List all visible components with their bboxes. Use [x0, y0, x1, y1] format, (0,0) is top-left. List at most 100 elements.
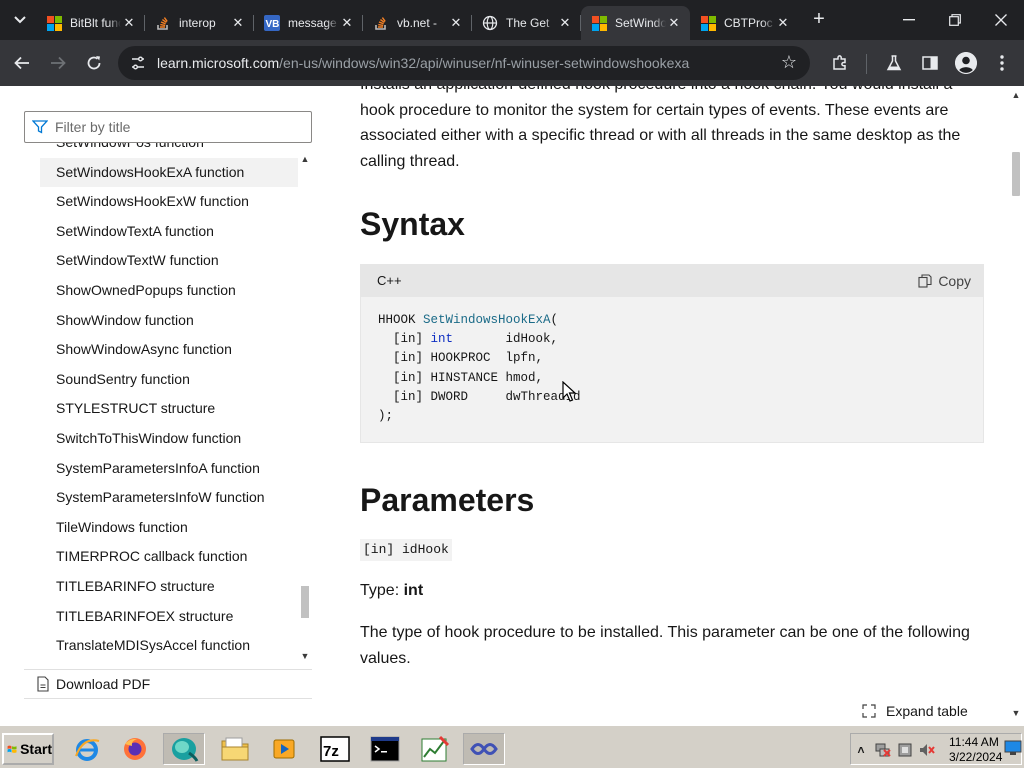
toc-item[interactable]: SystemParametersInfoW function — [40, 483, 298, 513]
tab-close-icon[interactable]: ✕ — [775, 15, 791, 31]
tab-close-icon[interactable]: ✕ — [448, 15, 464, 31]
browser-tab[interactable]: The Get ✕ — [472, 6, 581, 40]
firefox-icon[interactable] — [114, 733, 156, 765]
toc-item[interactable]: TranslateMDISysAccel function — [40, 631, 298, 661]
filter-by-title-input[interactable] — [55, 119, 295, 135]
browser-tab[interactable]: VB message ✕ — [254, 6, 363, 40]
browser-tab[interactable]: CBTProc ✕ — [690, 6, 799, 40]
toc-item[interactable]: TITLEBARINFO structure — [40, 572, 298, 602]
filter-funnel-icon — [25, 112, 55, 142]
microsoft-logo-icon — [591, 15, 607, 31]
toc-item[interactable]: ShowOwnedPopups function — [40, 276, 298, 306]
tray-volume-icon[interactable] — [919, 742, 935, 758]
forward-arrow-icon[interactable] — [46, 51, 70, 75]
stackoverflow-icon — [155, 15, 171, 31]
code-param-direction: [in] — [378, 370, 431, 385]
tab-close-icon[interactable]: ✕ — [666, 15, 682, 31]
toc-item[interactable]: SystemParametersInfoA function — [40, 454, 298, 484]
clock-time[interactable]: 11:44 AM — [949, 735, 999, 749]
start-button[interactable]: Start — [2, 733, 54, 765]
code-param-type: HOOKPROC — [430, 351, 491, 366]
media-player-icon[interactable] — [263, 733, 305, 765]
toc-item[interactable]: SetWindowTextA function — [40, 217, 298, 247]
scroll-down-arrow-icon[interactable]: ▼ — [300, 651, 310, 661]
toc-item[interactable]: TileWindows function — [40, 513, 298, 543]
code-return-type: HHOOK — [378, 313, 424, 327]
windows-taskbar: Start 7z ˄ 11:44 AM 3/22/2024 — [0, 725, 1024, 768]
expand-table-button[interactable]: Expand table — [862, 700, 968, 722]
page-scroll-up-arrow-icon[interactable]: ▲ — [1011, 90, 1021, 100]
code-param-direction: [in] — [378, 351, 431, 366]
clock-date[interactable]: 3/22/2024 — [949, 750, 1002, 764]
tray-monitor-icon[interactable] — [1004, 740, 1022, 756]
toc-scroll-thumb[interactable] — [301, 586, 309, 618]
tab-search-chevron-icon[interactable] — [8, 8, 32, 32]
copy-button[interactable]: Copy — [918, 271, 971, 291]
tab-close-icon[interactable]: ✕ — [230, 15, 246, 31]
toc-item[interactable]: STYLESTRUCT structure — [40, 394, 298, 424]
page-scroll-thumb[interactable] — [1012, 152, 1020, 196]
address-url[interactable]: learn.microsoft.com/en-us/windows/win32/… — [157, 55, 689, 71]
toc-item[interactable]: SetWindowsHookExW function — [40, 187, 298, 217]
toc-item[interactable]: TIMERPROC callback function — [40, 542, 298, 572]
visual-studio-icon[interactable] — [463, 733, 505, 765]
extensions-puzzle-icon[interactable] — [828, 51, 852, 75]
close-window-icon[interactable] — [978, 0, 1024, 40]
tab-strip: BitBlt function✕interop✕VBmessage✕vb.net… — [0, 0, 1024, 40]
mouse-cursor-icon — [562, 381, 576, 402]
toc-item[interactable]: SoundSentry function — [40, 365, 298, 395]
restore-icon[interactable] — [932, 0, 978, 40]
file-explorer-folder-icon[interactable] — [214, 733, 256, 765]
toc-item[interactable]: SwitchToThisWindow function — [40, 424, 298, 454]
bookmark-star-icon[interactable]: ☆ — [778, 52, 800, 74]
reload-icon[interactable] — [82, 51, 106, 75]
tab-close-icon[interactable]: ✕ — [557, 15, 573, 31]
minimize-icon[interactable] — [886, 0, 932, 40]
labs-flask-icon[interactable] — [882, 51, 906, 75]
toc-item[interactable]: ShowWindowAsync function — [40, 335, 298, 365]
7zip-icon[interactable]: 7z — [314, 733, 356, 765]
toc-item[interactable]: ShowWindow function — [40, 306, 298, 336]
tab-close-icon[interactable]: ✕ — [121, 15, 137, 31]
code-param-name: lpfn, — [505, 351, 544, 366]
profile-avatar-icon[interactable] — [955, 52, 977, 74]
download-pdf-link[interactable]: Download PDF — [24, 669, 312, 699]
expand-table-label: Expand table — [886, 703, 968, 719]
browser-tab[interactable]: BitBlt function✕ — [36, 6, 145, 40]
browser-tab[interactable]: vb.net - ✕ — [363, 6, 472, 40]
param-name-idhook: [in] idHook — [360, 539, 452, 561]
internet-explorer-icon[interactable] — [66, 733, 108, 765]
tray-device-icon[interactable] — [897, 742, 913, 758]
new-tab-plus-icon[interactable]: + — [808, 9, 830, 31]
tab-title: interop — [179, 16, 216, 30]
toc-item[interactable]: TITLEBARINFOEX structure — [40, 602, 298, 632]
side-panel-icon[interactable] — [918, 51, 942, 75]
vb-icon: VB — [264, 15, 280, 31]
toc-item[interactable]: SetWindowTextW function — [40, 246, 298, 276]
address-bar[interactable]: learn.microsoft.com/en-us/windows/win32/… — [118, 46, 810, 80]
syntax-heading: Syntax — [360, 206, 465, 242]
code-text: HHOOK SetWindowsHookExA( [in] int idHook… — [378, 311, 581, 426]
command-prompt-icon[interactable] — [364, 733, 406, 765]
toc-item[interactable]: SetWindowPos function — [40, 143, 298, 158]
globe-icon — [482, 15, 498, 31]
browser-tab[interactable]: interop ✕ — [145, 6, 254, 40]
tab-close-icon[interactable]: ✕ — [339, 15, 355, 31]
code-param-type: int — [430, 332, 454, 347]
browser-tab[interactable]: SetWindowsHookExA✕ — [581, 6, 690, 40]
back-arrow-icon[interactable] — [10, 51, 34, 75]
scroll-up-arrow-icon[interactable]: ▲ — [300, 154, 310, 164]
chart-app-icon[interactable] — [414, 733, 456, 765]
code-param-name: idHook, — [505, 332, 559, 347]
page-scrollbar[interactable]: ▲ ▼ — [1008, 86, 1024, 720]
page-scroll-down-arrow-icon[interactable]: ▼ — [1011, 708, 1021, 718]
chrome-taskbar-icon[interactable] — [163, 733, 205, 765]
tray-network-icon[interactable] — [875, 742, 891, 758]
toc-scrollbar[interactable]: ▲ ▼ — [298, 150, 312, 665]
site-info-icon[interactable] — [126, 51, 150, 75]
code-param-type: HINSTANCE — [430, 370, 499, 385]
toc-item[interactable]: SetWindowsHookExA function — [40, 157, 298, 188]
tray-expand-chevron-icon[interactable]: ˄ — [853, 742, 869, 758]
param-description: The type of hook procedure to be install… — [360, 624, 970, 667]
kebab-menu-icon[interactable] — [990, 51, 1014, 75]
